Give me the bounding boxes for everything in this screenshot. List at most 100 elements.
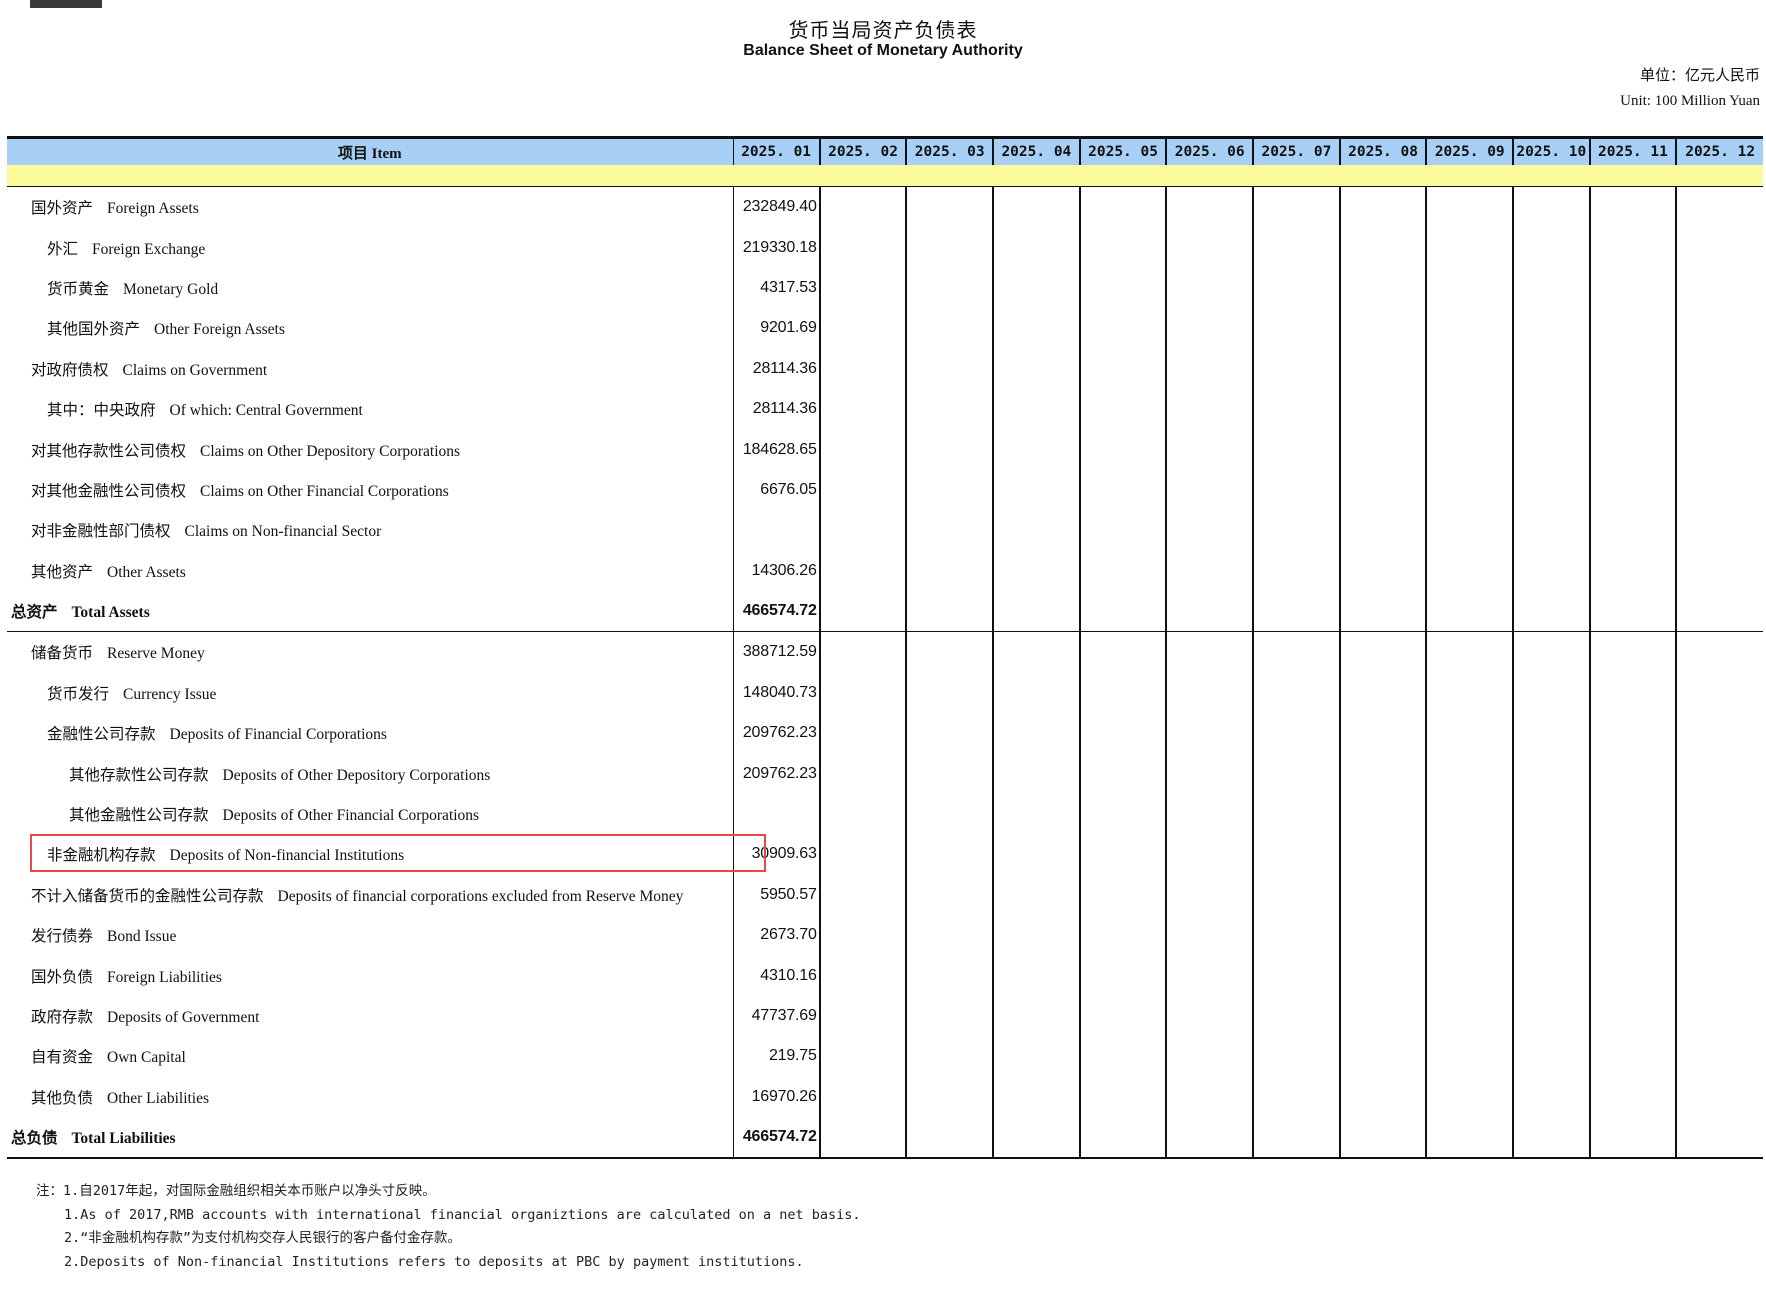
- row-value-empty: [1338, 469, 1427, 511]
- row-value-empty: [818, 713, 907, 754]
- row-label-en: Foreign Liabilities: [107, 968, 222, 986]
- row-value-empty: [1252, 995, 1340, 1037]
- row-label-en: Currency Issue: [123, 685, 217, 703]
- row-value-empty: [1252, 227, 1340, 268]
- row-value-empty: [1165, 388, 1254, 430]
- row-value-empty: [818, 793, 907, 835]
- band-cell: [7, 165, 734, 187]
- row-value-empty: [1252, 874, 1340, 916]
- row-value-2025-01: 219.75: [732, 1036, 820, 1077]
- row-value-empty: [1078, 469, 1167, 511]
- row-value-empty: [905, 590, 994, 633]
- row-label-en: Foreign Exchange: [92, 240, 206, 258]
- row-label-en: Total Liabilities: [71, 1130, 176, 1148]
- band-cell: [1339, 165, 1427, 187]
- row-value-empty: [1512, 672, 1590, 714]
- header-month: 2025. 01: [732, 136, 820, 165]
- row-value-empty: [1252, 469, 1340, 511]
- row-value-empty: [1338, 348, 1427, 389]
- row-value-empty: [992, 793, 1080, 835]
- row-label-cn: 自有资金: [31, 1049, 94, 1067]
- row-value-empty: [818, 429, 907, 470]
- row-value-2025-01: 5950.57: [732, 874, 820, 916]
- row-value-empty: [1078, 793, 1167, 835]
- row-value-empty: [1252, 510, 1340, 551]
- row-value-empty: [992, 834, 1080, 875]
- row-value-empty: [1675, 186, 1763, 228]
- row-value-empty: [992, 348, 1080, 389]
- table-row: 其中：中央政府 Of which: Central Government 28114…: [7, 388, 1763, 430]
- row-label-cn: 货币黄金: [47, 280, 110, 298]
- row-value-empty: [992, 429, 1080, 470]
- row-value-empty: [905, 955, 994, 996]
- header-month: 2025. 10: [1512, 136, 1590, 165]
- row-value-empty: [1165, 267, 1254, 309]
- row-value-empty: [1675, 388, 1763, 430]
- row-value-empty: [992, 388, 1080, 430]
- row-value-2025-01: 466574.72: [732, 590, 820, 633]
- row-value-empty: [1425, 469, 1514, 511]
- row-value-empty: [1425, 915, 1514, 956]
- row-value-empty: [1338, 388, 1427, 430]
- table-row: 自有资金 Own Capital 219.75: [7, 1036, 1763, 1077]
- row-value-empty: [1338, 590, 1427, 633]
- row-value-empty: [992, 955, 1080, 996]
- band-cell: [906, 165, 994, 187]
- row-value-empty: [818, 267, 907, 309]
- row-value-2025-01: 47737.69: [732, 995, 820, 1037]
- table-row: 对其他存款性公司债权 Claims on Other Depository Cor…: [7, 429, 1763, 470]
- row-value-empty: [1338, 672, 1427, 714]
- row-value-empty: [1425, 1036, 1514, 1077]
- row-value-empty: [1078, 631, 1167, 673]
- row-value-empty: [818, 834, 907, 875]
- row-value-empty: [905, 631, 994, 673]
- row-value-empty: [1675, 227, 1763, 268]
- row-label-cn: 对其他存款性公司债权: [31, 442, 187, 460]
- row-label-cn: 其他金融性公司存款: [69, 807, 209, 825]
- row-value-empty: [1425, 955, 1514, 996]
- row-label-cn: 对其他金融性公司债权: [31, 482, 187, 500]
- notes: 注：1.自2017年起，对国际金融组织相关本币账户以净头寸反映。 1.As of…: [36, 1180, 861, 1274]
- row-value-empty: [818, 955, 907, 996]
- row-label-cn: 不计入储备货币的金融性公司存款: [31, 887, 264, 905]
- row-value-empty: [992, 1116, 1080, 1160]
- row-value-empty: [1675, 834, 1763, 875]
- row-value-empty: [1425, 429, 1514, 470]
- row-value-2025-01: 232849.40: [732, 186, 820, 228]
- row-value-empty: [1675, 713, 1763, 754]
- row-value-empty: [1425, 713, 1514, 754]
- row-label: 不计入储备货币的金融性公司存款 Deposits of financial cor…: [7, 875, 733, 915]
- row-value-empty: [992, 308, 1080, 349]
- row-value-2025-01: 4310.16: [732, 955, 820, 996]
- row-label-cn: 政府存款: [31, 1009, 94, 1026]
- row-value-empty: [1425, 227, 1514, 268]
- header-month: 2025. 12: [1675, 136, 1763, 165]
- row-value-2025-01: 9201.69: [732, 308, 820, 349]
- row-value-empty: [818, 1116, 907, 1160]
- row-value-empty: [992, 510, 1080, 551]
- row-value-empty: [1165, 308, 1254, 349]
- row-value-empty: [1252, 713, 1340, 754]
- row-value-empty: [818, 227, 907, 268]
- row-value-empty: [1588, 308, 1677, 349]
- row-label-en: Deposits of financial corporations exclu…: [277, 887, 684, 905]
- row-value-empty: [1252, 1036, 1340, 1077]
- row-label-en: Other Assets: [107, 563, 186, 581]
- row-value-empty: [1512, 348, 1590, 389]
- row-value-empty: [1078, 874, 1167, 916]
- row-value-empty: [1078, 308, 1167, 349]
- row-value-empty: [1078, 590, 1167, 633]
- row-value-empty: [1252, 834, 1340, 875]
- row-value-2025-01: 209762.23: [732, 713, 820, 754]
- row-value-empty: [1675, 631, 1763, 673]
- band-cell: [1676, 165, 1763, 187]
- row-value-empty: [1165, 834, 1254, 875]
- row-label: 其他金融性公司存款 Deposits of Other Financial Cor…: [7, 794, 733, 834]
- row-value-empty: [1252, 1076, 1340, 1117]
- row-value-empty: [1425, 793, 1514, 835]
- row-value-empty: [818, 348, 907, 389]
- table-row: 储备货币 Reserve Money 388712.59: [7, 631, 1763, 673]
- row-value-empty: [1425, 550, 1514, 591]
- row-value-empty: [1425, 348, 1514, 389]
- row-value-empty: [905, 550, 994, 591]
